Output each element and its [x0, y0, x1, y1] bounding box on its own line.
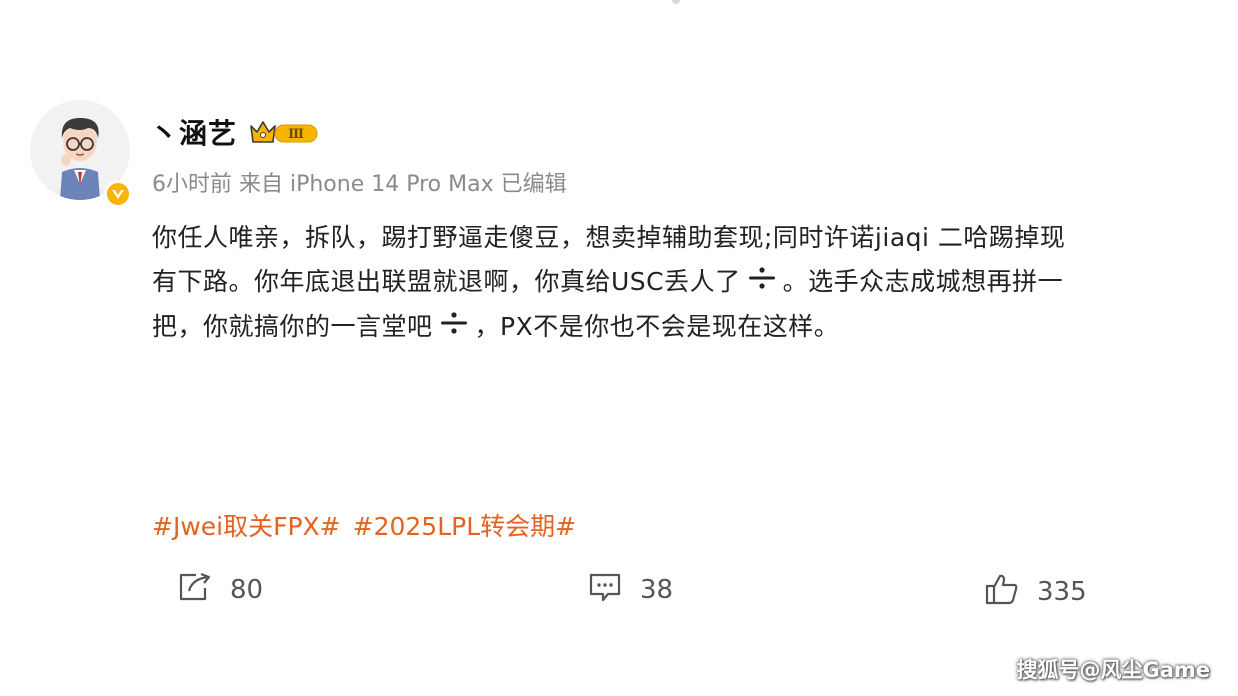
content-line-3b: ，PX不是你也不会是现在这样。 [474, 312, 840, 341]
comment-count: 38 [640, 575, 674, 605]
hashtag-list: #Jwei取关FPX# #2025LPL转会期# [152, 507, 576, 543]
repost-button[interactable]: 80 [178, 570, 263, 610]
comment-button[interactable]: 38 [588, 570, 673, 610]
content-line-2b: 。选手众志成城想再拼一 [782, 267, 1064, 296]
hashtag-link[interactable]: #2025LPL转会期# [353, 507, 576, 543]
content-line-1: 你任人唯亲，拆队，踢打野逼走傻豆，想卖掉辅助套现;同时许诺jiaqi 二哈踢掉现 [152, 223, 1066, 252]
thumbs-up-icon [985, 573, 1019, 612]
divide-emoji-icon [747, 261, 777, 305]
like-count: 335 [1037, 577, 1087, 607]
crown-vip-icon[interactable]: Ⅲ [249, 116, 321, 148]
comment-icon [588, 572, 622, 609]
repost-count: 80 [230, 575, 264, 605]
content-line-3a: 把，你就搞你的一言堂吧 [152, 312, 433, 341]
divide-emoji-icon [439, 306, 469, 350]
username-row: 丶涵艺 Ⅲ [150, 112, 321, 152]
username[interactable]: 丶涵艺 [150, 112, 237, 152]
post-meta: 6小时前 来自 iPhone 14 Pro Max 已编辑 [152, 172, 567, 197]
post-content: 你任人唯亲，拆队，踢打野逼走傻豆，想卖掉辅助套现;同时许诺jiaqi 二哈踢掉现… [152, 216, 1230, 350]
hashtag-link[interactable]: #Jwei取关FPX# [152, 507, 341, 543]
repost-icon [178, 572, 212, 609]
vip-level-text: Ⅲ [288, 127, 304, 142]
like-button[interactable]: 335 [985, 572, 1087, 612]
content-line-2a: 有下路。你年底退出联盟就退啊，你真给USC丢人了 [152, 267, 741, 296]
watermark: 搜狐号@风尘Game [1016, 658, 1210, 682]
avatar-container[interactable] [30, 100, 134, 208]
weibo-post: 丶涵艺 Ⅲ 6小时前 来自 iPhone 14 Pro Max 已编辑 你任人唯… [0, 0, 1238, 696]
verified-badge-icon [104, 180, 132, 208]
